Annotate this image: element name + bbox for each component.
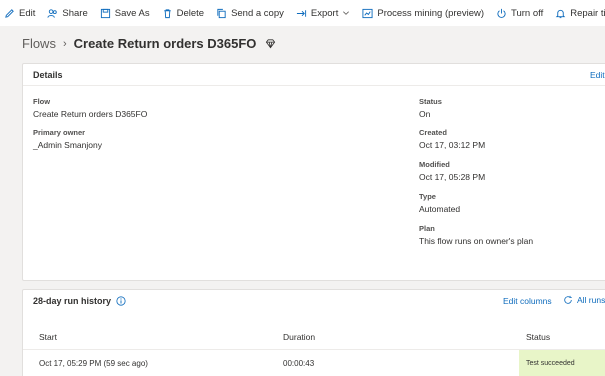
turn-off-label: Turn off xyxy=(511,7,544,19)
column-header-status[interactable]: Status xyxy=(526,332,550,342)
share-label: Share xyxy=(62,7,88,19)
row-start-cell[interactable]: Oct 17, 05:29 PM (59 sec ago) xyxy=(39,359,148,368)
created-value: Oct 17, 03:12 PM xyxy=(419,140,486,150)
command-bar: Edit Share Save As Delete Send a copy Ex… xyxy=(0,0,605,26)
owner-value: _Admin Smanjony xyxy=(33,140,102,150)
created-field: Created Oct 17, 03:12 PM xyxy=(419,128,485,150)
modified-label: Modified xyxy=(419,160,450,169)
type-label: Type xyxy=(419,192,436,201)
save-as-button[interactable]: Save As xyxy=(100,8,150,19)
repair-tips-label: Repair tips off xyxy=(570,7,605,19)
status-field: Status On xyxy=(419,97,442,119)
plan-label: Plan xyxy=(419,224,435,233)
run-history-header: 28-day run history Edit columns All runs xyxy=(23,290,605,312)
process-mining-icon xyxy=(362,8,373,18)
column-header-start[interactable]: Start xyxy=(39,332,57,342)
all-runs-link[interactable]: All runs xyxy=(563,295,605,305)
details-title: Details xyxy=(33,69,63,80)
power-icon xyxy=(497,8,506,18)
row-duration-cell: 00:00:43 xyxy=(283,359,315,368)
export-label: Export xyxy=(310,7,339,19)
send-copy-label: Send a copy xyxy=(231,7,284,19)
flow-label: Flow xyxy=(33,97,51,106)
details-edit-link[interactable]: Edit xyxy=(590,70,605,80)
people-icon xyxy=(47,8,58,18)
edit-label: Edit xyxy=(19,7,36,19)
status-badge: Test succeeded xyxy=(526,360,575,367)
chevron-right-icon: › xyxy=(62,37,67,50)
status-value: On xyxy=(419,109,431,119)
created-label: Created xyxy=(419,128,447,137)
save-icon xyxy=(100,8,110,18)
details-card: Details Edit Flow Create Return orders D… xyxy=(22,63,605,281)
process-mining-label: Process mining (preview) xyxy=(377,7,485,19)
turn-off-button[interactable]: Turn off xyxy=(496,8,543,19)
modified-field: Modified Oct 17, 05:28 PM xyxy=(419,160,485,182)
process-mining-button[interactable]: Process mining (preview) xyxy=(362,8,484,19)
run-history-title: 28-day run history xyxy=(33,296,112,306)
column-header-duration[interactable]: Duration xyxy=(283,332,315,342)
owner-label: Primary owner xyxy=(33,128,86,137)
run-history-card: 28-day run history Edit columns All runs… xyxy=(22,289,605,376)
refresh-icon xyxy=(564,295,572,304)
trash-icon xyxy=(163,8,171,18)
modified-value: Oct 17, 05:28 PM xyxy=(419,172,486,182)
flow-field: Flow Create Return orders D365FO xyxy=(33,97,147,119)
type-value: Automated xyxy=(419,204,461,214)
table-divider xyxy=(23,349,605,350)
type-field: Type Automated xyxy=(419,192,460,214)
edit-button[interactable]: Edit xyxy=(4,8,35,19)
breadcrumb-flows-link[interactable]: Flows xyxy=(22,36,56,51)
repair-tips-button[interactable]: Repair tips off xyxy=(555,8,605,19)
share-button[interactable]: Share xyxy=(47,7,88,19)
flow-value: Create Return orders D365FO xyxy=(33,109,148,119)
delete-button[interactable]: Delete xyxy=(162,8,204,19)
plan-value: This flow runs on owner's plan xyxy=(419,236,534,246)
send-copy-button[interactable]: Send a copy xyxy=(216,8,284,19)
bell-icon xyxy=(555,9,566,18)
pencil-icon xyxy=(5,8,14,18)
breadcrumb: Flows › Create Return orders D365FO xyxy=(22,36,276,51)
export-arrow-icon xyxy=(296,9,306,17)
premium-diamond-icon xyxy=(266,39,276,49)
chevron-down-icon xyxy=(343,11,350,15)
save-as-label: Save As xyxy=(114,7,150,19)
edit-columns-link[interactable]: Edit columns xyxy=(503,296,552,306)
all-runs-label: All runs xyxy=(577,295,605,305)
details-header: Details Edit xyxy=(23,64,605,86)
plan-field: Plan This flow runs on owner's plan xyxy=(419,224,533,246)
page-title: Create Return orders D365FO xyxy=(73,36,257,51)
delete-label: Delete xyxy=(176,7,205,19)
copy-icon xyxy=(217,8,226,18)
info-icon[interactable] xyxy=(116,296,126,306)
export-button[interactable]: Export xyxy=(296,8,350,19)
row-status-cell: Test succeeded xyxy=(519,350,605,376)
status-label: Status xyxy=(419,97,442,106)
owner-field: Primary owner _Admin Smanjony xyxy=(33,128,102,150)
